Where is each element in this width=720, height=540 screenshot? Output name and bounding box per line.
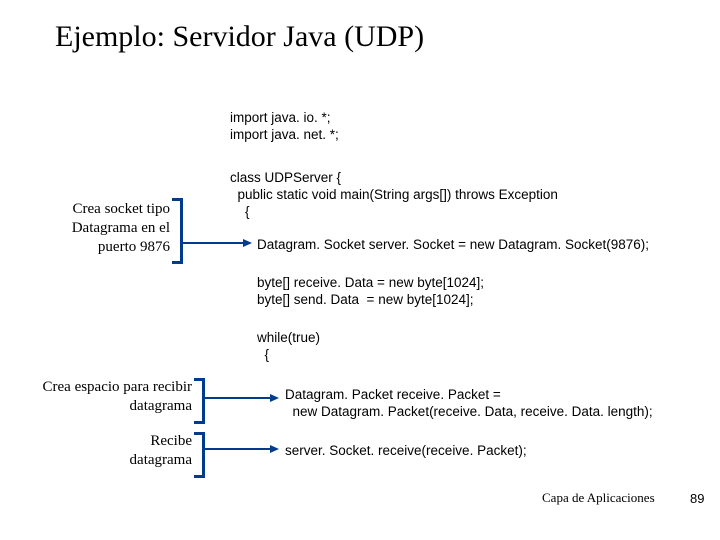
arrow-head-icon (243, 239, 252, 247)
code-imports: import java. io. *; import java. net. *; (230, 110, 339, 144)
page-number: 89 (690, 491, 704, 506)
annotation-receive: Recibe datagrama (100, 432, 192, 470)
code-class-open: class UDPServer { public static void mai… (230, 170, 558, 221)
arrow-line-icon (205, 448, 270, 450)
code-packet: Datagram. Packet receive. Packet = new D… (285, 387, 653, 421)
bracket-icon (172, 198, 183, 264)
code-buffers: byte[] receive. Data = new byte[1024]; b… (257, 275, 484, 309)
footer-label: Capa de Aplicaciones (542, 490, 655, 506)
arrow-head-icon (270, 445, 279, 453)
bracket-icon (194, 378, 205, 424)
slide-title: Ejemplo: Servidor Java (UDP) (55, 20, 424, 54)
annotation-space: Crea espacio para recibir datagrama (22, 378, 192, 416)
bracket-icon (194, 432, 205, 478)
arrow-line-icon (183, 242, 243, 244)
code-socket: Datagram. Socket server. Socket = new Da… (257, 237, 649, 254)
code-while: while(true) { (257, 330, 320, 364)
code-receive: server. Socket. receive(receive. Packet)… (285, 443, 527, 460)
annotation-socket: Crea socket tipo Datagrama en el puerto … (30, 200, 170, 256)
arrow-head-icon (270, 394, 279, 402)
arrow-line-icon (205, 397, 270, 399)
